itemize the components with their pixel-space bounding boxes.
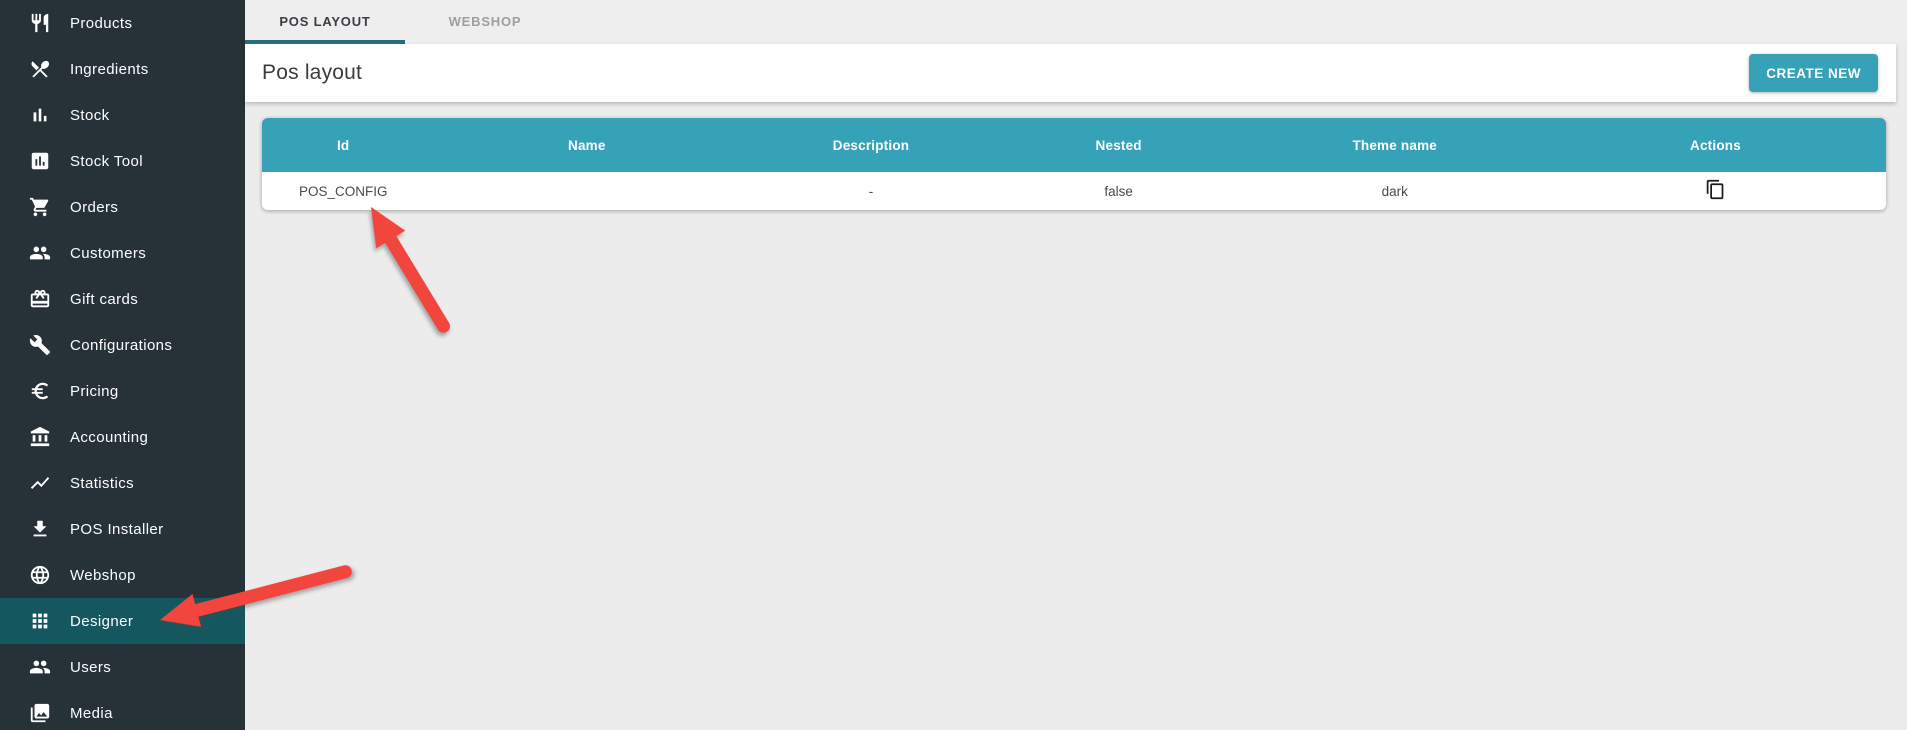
tab-pos-layout[interactable]: POS LAYOUT [245, 0, 405, 44]
main-area: POS LAYOUT WEBSHOP Pos layout CREATE NEW… [245, 0, 1907, 730]
column-header-theme-name: Theme name [1245, 118, 1545, 172]
column-header-id: Id [262, 118, 424, 172]
media-icon [29, 702, 51, 724]
column-header-actions: Actions [1545, 118, 1886, 172]
people-icon [29, 242, 51, 264]
sidebar-item-users[interactable]: Users [0, 644, 245, 690]
sidebar-item-label: Customers [70, 245, 146, 262]
bank-icon [29, 426, 51, 448]
sidebar-item-label: Pricing [70, 383, 119, 400]
download-icon [29, 518, 51, 540]
sidebar-item-stock[interactable]: Stock [0, 92, 245, 138]
pos-layout-table-card: Id Name Description Nested Theme name Ac… [262, 118, 1886, 210]
page-title: Pos layout [262, 61, 362, 85]
sidebar-item-label: Statistics [70, 475, 134, 492]
cell-actions [1545, 172, 1886, 210]
sidebar-item-label: Webshop [70, 567, 136, 584]
create-new-button[interactable]: CREATE NEW [1749, 54, 1878, 92]
assessment-icon [29, 150, 51, 172]
sidebar-item-label: Stock Tool [70, 153, 143, 170]
sidebar-item-media[interactable]: Media [0, 690, 245, 730]
sidebar-item-designer[interactable]: Designer [0, 598, 245, 644]
sidebar-item-label: Media [70, 705, 113, 722]
tab-bar: POS LAYOUT WEBSHOP [245, 0, 1907, 44]
globe-icon [29, 564, 51, 586]
sidebar-item-label: Orders [70, 199, 118, 216]
euro-icon [29, 380, 51, 402]
sidebar-item-label: Products [70, 15, 132, 32]
sidebar-item-label: Ingredients [70, 61, 149, 78]
sidebar-item-accounting[interactable]: Accounting [0, 414, 245, 460]
table-header-row: Id Name Description Nested Theme name Ac… [262, 118, 1886, 172]
wrench-icon [29, 334, 51, 356]
sidebar-item-statistics[interactable]: Statistics [0, 460, 245, 506]
copy-icon[interactable] [1705, 179, 1726, 200]
giftcard-icon [29, 288, 51, 310]
trend-icon [29, 472, 51, 494]
sidebar-item-label: Accounting [70, 429, 148, 446]
sidebar-item-pos-installer[interactable]: POS Installer [0, 506, 245, 552]
sidebar-item-webshop[interactable]: Webshop [0, 552, 245, 598]
sidebar-item-customers[interactable]: Customers [0, 230, 245, 276]
sidebar-item-configurations[interactable]: Configurations [0, 322, 245, 368]
sidebar-item-ingredients[interactable]: Ingredients [0, 46, 245, 92]
page-header: Pos layout CREATE NEW [245, 44, 1896, 102]
sidebar-item-label: Users [70, 659, 111, 676]
grid-icon [29, 610, 51, 632]
sidebar-item-label: POS Installer [70, 521, 164, 538]
sidebar-item-orders[interactable]: Orders [0, 184, 245, 230]
sidebar-item-gift-cards[interactable]: Gift cards [0, 276, 245, 322]
sidebar-item-products[interactable]: Products [0, 0, 245, 46]
sidebar-item-label: Gift cards [70, 291, 138, 308]
sidebar-item-stock-tool[interactable]: Stock Tool [0, 138, 245, 184]
sidebar: Products Ingredients Stock Stock Tool Or… [0, 0, 245, 730]
cell-nested: false [993, 172, 1245, 210]
tab-webshop[interactable]: WEBSHOP [405, 0, 565, 44]
sidebar-item-label: Designer [70, 613, 133, 630]
restaurant-icon [29, 12, 51, 34]
fork-spoon-icon [29, 58, 51, 80]
column-header-name: Name [424, 118, 749, 172]
sidebar-item-pricing[interactable]: Pricing [0, 368, 245, 414]
cell-description: - [749, 172, 993, 210]
cell-id: POS_CONFIG [262, 172, 424, 210]
cell-theme-name: dark [1245, 172, 1545, 210]
content-area: Id Name Description Nested Theme name Ac… [245, 102, 1907, 730]
sidebar-item-label: Stock [70, 107, 110, 124]
pos-layout-table: Id Name Description Nested Theme name Ac… [262, 118, 1886, 210]
column-header-description: Description [749, 118, 993, 172]
bar-chart-icon [29, 104, 51, 126]
table-row: POS_CONFIG - false dark [262, 172, 1886, 210]
cart-icon [29, 196, 51, 218]
cell-name [424, 172, 749, 210]
column-header-nested: Nested [993, 118, 1245, 172]
people-icon [29, 656, 51, 678]
sidebar-item-label: Configurations [70, 337, 172, 354]
